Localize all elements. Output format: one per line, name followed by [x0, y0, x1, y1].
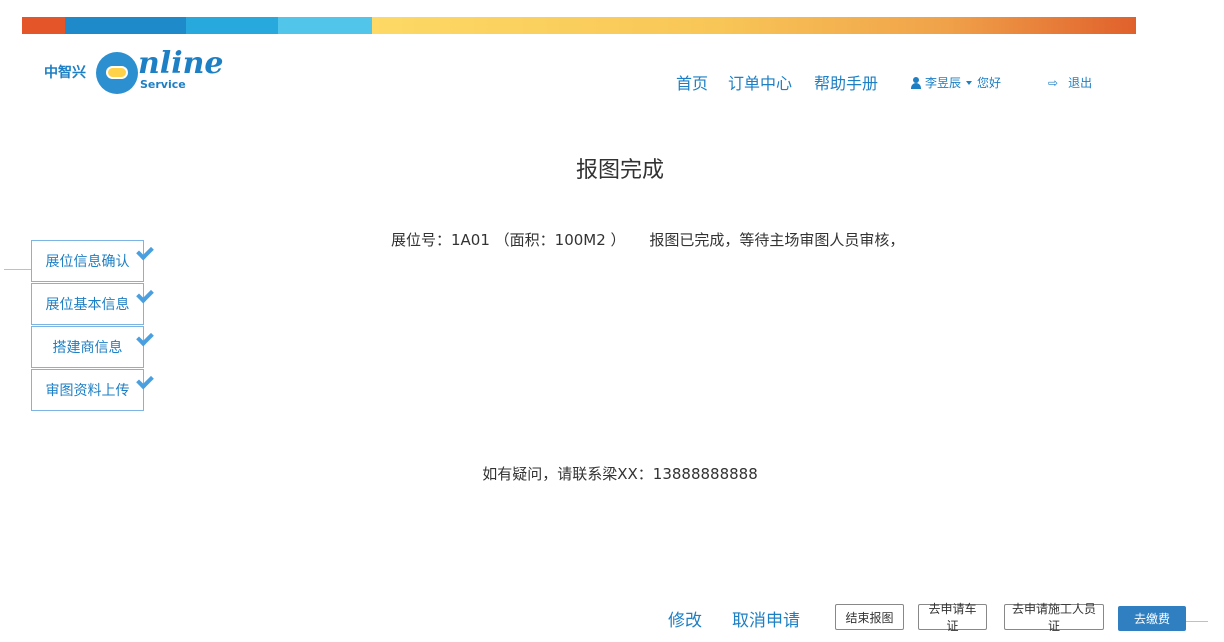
check-icon [137, 244, 153, 260]
brand-sub: Service [140, 78, 186, 91]
step-list: 展位信息确认 展位基本信息 搭建商信息 审图资料上传 [31, 240, 144, 412]
step-label: 搭建商信息 [52, 340, 123, 356]
caret-down-icon [966, 80, 973, 85]
step-label: 展位基本信息 [45, 297, 130, 313]
logo-mouse-icon [96, 52, 138, 94]
apply-vehicle-pass-button[interactable]: 去申请车证 [918, 602, 987, 633]
step-builder-info[interactable]: 搭建商信息 [31, 326, 144, 368]
page-title: 报图完成 [575, 158, 664, 183]
end-report-button[interactable]: 结束报图 [835, 604, 904, 630]
cancel-application-link[interactable]: 取消申请 [732, 606, 800, 631]
apply-worker-pass-button[interactable]: 去申请施工人员证 [1004, 602, 1104, 633]
logout-icon: ⇨ [1048, 75, 1059, 90]
color-bar-segment [22, 17, 65, 34]
user-greeting: 您好 [977, 76, 1002, 90]
pay-button[interactable]: 去缴费 [1118, 606, 1186, 631]
nav-help-link[interactable]: 帮助手册 [814, 70, 878, 93]
modify-link[interactable]: 修改 [668, 606, 702, 631]
check-icon [137, 287, 153, 303]
pay-connector-line [1186, 621, 1208, 622]
step-booth-basic-info[interactable]: 展位基本信息 [31, 283, 144, 325]
step-label: 审图资料上传 [45, 383, 130, 399]
color-bar-segment [372, 17, 1136, 34]
user-menu[interactable]: 李昱辰 您好 [910, 74, 1001, 91]
contact-text: 如有疑问，请联系梁XX：13888888888 [482, 465, 758, 483]
logout-label: 退出 [1068, 76, 1093, 90]
step-booth-confirm[interactable]: 展位信息确认 [31, 240, 144, 282]
top-color-bar [22, 17, 1136, 34]
check-icon [137, 373, 153, 389]
nav-orders-link[interactable]: 订单中心 [728, 70, 792, 93]
nav-home-link[interactable]: 首页 [676, 70, 708, 93]
color-bar-segment [278, 17, 372, 34]
brand-word: nline [138, 46, 224, 81]
brand-cn-name: 中智兴 [44, 65, 86, 81]
step-label: 展位信息确认 [45, 254, 130, 270]
color-bar-segment [65, 17, 186, 34]
brand-logo[interactable]: 中智兴 nline Service [44, 46, 224, 98]
step-drawing-upload[interactable]: 审图资料上传 [31, 369, 144, 411]
booth-status-text: 展位号：1A01 （面积：100M2 ） 报图已完成，等待主场审图人员审核， [391, 231, 905, 249]
user-icon [910, 76, 922, 89]
user-name: 李昱辰 [925, 76, 962, 90]
check-icon [137, 330, 153, 346]
logout-button[interactable]: ⇨ 退出 [1048, 74, 1092, 91]
color-bar-segment [186, 17, 278, 34]
